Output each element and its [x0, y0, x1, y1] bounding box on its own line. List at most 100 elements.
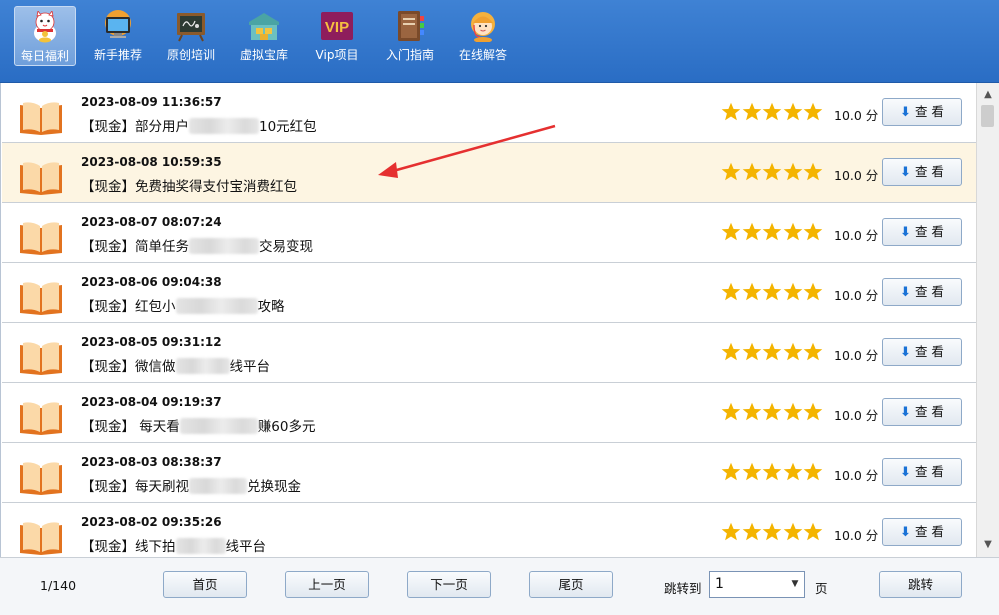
next-page-button[interactable]: 下一页 [407, 571, 491, 598]
star-icon [783, 162, 803, 181]
download-arrow-icon: ⬇ [900, 165, 911, 180]
rating-stars [721, 462, 824, 484]
view-button[interactable]: ⬇ 查 看 [882, 338, 962, 366]
redacted-blur [189, 118, 259, 134]
toolbar-item-online-help[interactable]: 在线解答 [452, 6, 514, 66]
view-button[interactable]: ⬇ 查 看 [882, 398, 962, 426]
item-score: 10.0 分 [834, 348, 879, 363]
list-item[interactable]: 2023-08-03 08:38:37 【现金】每天刷视 兑换现金 10.0 分 … [2, 443, 976, 503]
download-arrow-icon: ⬇ [900, 525, 911, 540]
monitor-icon [105, 10, 131, 38]
item-title: 【现金】部分用户 10元红包 [81, 118, 317, 135]
list-item[interactable]: 2023-08-09 11:36:57 【现金】部分用户 10元红包 10.0 分… [2, 83, 976, 143]
book-icon [20, 402, 62, 435]
star-icon [804, 102, 823, 121]
star-icon [762, 342, 782, 361]
item-score: 10.0 分 [834, 408, 879, 423]
download-arrow-icon: ⬇ [900, 105, 911, 120]
last-page-button[interactable]: 尾页 [529, 571, 613, 598]
toolbar-item-label: 虚拟宝库 [239, 48, 288, 62]
download-arrow-icon: ⬇ [900, 405, 911, 420]
page-select-value: 1 [715, 576, 724, 592]
jump-button[interactable]: 跳转 [879, 571, 962, 598]
list-item[interactable]: 2023-08-06 09:04:38 【现金】红包小 攻略 10.0 分 ⬇ 查 … [2, 263, 976, 323]
page-unit-label: 页 [815, 581, 828, 596]
star-icon [762, 462, 782, 481]
support-agent-icon [471, 12, 495, 42]
star-icon [783, 342, 803, 361]
dropdown-arrow-icon[interactable]: ▼ [786, 572, 804, 597]
item-title: 【现金】简单任务 交易变现 [81, 238, 313, 255]
toolbar-item-virtual-vault[interactable]: 虚拟宝库 [233, 6, 295, 66]
star-icon [804, 402, 823, 421]
star-icon [721, 102, 741, 121]
view-button[interactable]: ⬇ 查 看 [882, 518, 962, 546]
page-select[interactable]: 1 ▼ [709, 571, 805, 598]
star-icon [762, 402, 782, 421]
redacted-blur [175, 358, 230, 374]
view-button[interactable]: ⬇ 查 看 [882, 158, 962, 186]
toolbar-item-label: 新手推荐 [93, 48, 142, 62]
download-arrow-icon: ⬇ [900, 345, 911, 360]
page-counter: 1/140 [40, 578, 77, 593]
view-button[interactable]: ⬇ 查 看 [882, 278, 962, 306]
star-icon [762, 222, 782, 241]
list-item[interactable]: 2023-08-02 09:35:26 【现金】线下拍 线平台 10.0 分 ⬇ 查… [2, 503, 976, 557]
star-icon [762, 102, 782, 121]
toolbar-item-daily-welfare[interactable]: 每日福利 [14, 6, 76, 66]
book-icon [20, 162, 62, 195]
item-score: 10.0 分 [834, 468, 879, 483]
star-icon [742, 522, 761, 541]
toolbar-item-original-training[interactable]: 原创培训 [160, 6, 222, 66]
download-arrow-icon: ⬇ [900, 225, 911, 240]
item-score: 10.0 分 [834, 228, 879, 243]
star-icon [742, 102, 761, 121]
toolbar-item-label: Vip项目 [315, 48, 359, 62]
star-icon [804, 522, 823, 541]
rating-stars [721, 102, 824, 124]
list-item[interactable]: 2023-08-07 08:07:24 【现金】简单任务 交易变现 10.0 分 … [2, 203, 976, 263]
toolbar-item-intro-guide[interactable]: 入门指南 [379, 6, 441, 66]
star-icon [721, 522, 741, 541]
scroll-up-arrow-icon[interactable]: ▲ [977, 85, 999, 105]
star-icon [783, 222, 803, 241]
item-score: 10.0 分 [834, 528, 879, 543]
star-icon [783, 462, 803, 481]
star-icon [762, 282, 782, 301]
redacted-blur [189, 238, 259, 254]
toolbar-item-beginner[interactable]: 新手推荐 [87, 6, 149, 66]
item-score: 10.0 分 [834, 108, 879, 123]
star-icon [742, 282, 761, 301]
star-icon [762, 162, 782, 181]
view-button[interactable]: ⬇ 查 看 [882, 98, 962, 126]
star-icon [721, 342, 741, 361]
item-title: 【现金】线下拍 线平台 [81, 538, 266, 555]
item-title: 【现金】 每天看 赚60多元 [81, 418, 316, 435]
star-icon [742, 342, 761, 361]
book-icon [20, 462, 62, 495]
star-icon [721, 402, 741, 421]
item-title: 【现金】免费抽奖得支付宝消费红包 [81, 179, 297, 195]
view-button[interactable]: ⬇ 查 看 [882, 218, 962, 246]
prev-page-button[interactable]: 上一页 [285, 571, 369, 598]
redacted-blur [175, 538, 226, 554]
scroll-down-arrow-icon[interactable]: ▼ [977, 535, 999, 555]
star-icon [783, 522, 803, 541]
list-item[interactable]: 2023-08-05 09:31:12 【现金】微信做 线平台 10.0 分 ⬇ 查… [2, 323, 976, 383]
vertical-scrollbar[interactable]: ▲ ▼ [976, 83, 999, 557]
view-button[interactable]: ⬇ 查 看 [882, 458, 962, 486]
scrollbar-thumb[interactable] [981, 105, 994, 127]
item-date: 2023-08-03 08:38:37 [81, 455, 222, 469]
star-icon [804, 222, 823, 241]
star-icon [721, 222, 741, 241]
first-page-button[interactable]: 首页 [163, 571, 247, 598]
rating-stars [721, 162, 824, 184]
item-date: 2023-08-08 10:59:35 [81, 155, 222, 169]
list-item[interactable]: 2023-08-04 09:19:37 【现金】 每天看 赚60多元 10.0 分… [2, 383, 976, 443]
chalkboard-icon [177, 13, 205, 42]
rating-stars [721, 402, 824, 424]
book-icon [20, 342, 62, 375]
item-date: 2023-08-06 09:04:38 [81, 275, 222, 289]
toolbar-item-vip-projects[interactable]: VIP Vip项目 [306, 6, 368, 66]
list-item[interactable]: 2023-08-08 10:59:35 【现金】免费抽奖得支付宝消费红包 10.… [2, 143, 976, 203]
